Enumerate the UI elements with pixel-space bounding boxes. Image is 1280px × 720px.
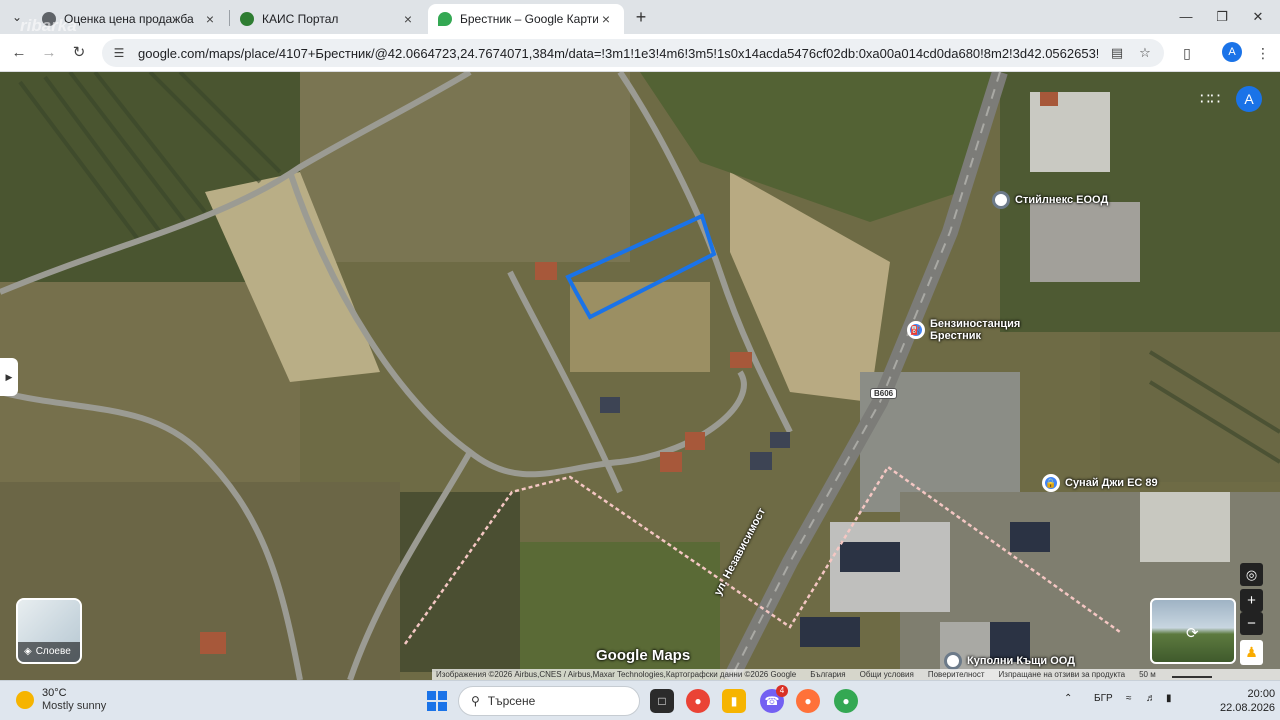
tab-close-icon[interactable]: × [400, 11, 416, 27]
satellite-imagery [0, 72, 1280, 680]
imagery-credits: Изображения ©2026 Airbus,CNES / Airbus,M… [436, 670, 797, 679]
layers-label-bar: ◈ Слоеве [18, 642, 80, 662]
extensions-icon[interactable]: ▯ [1176, 42, 1198, 64]
bookmark-star-icon[interactable]: ☆ [1136, 44, 1154, 62]
google-apps-icon[interactable]: ∷∷ [1200, 90, 1220, 110]
rotate-360-icon: ⟳ [1186, 625, 1199, 642]
collapse-side-panel-chevron-icon[interactable]: ▶ [0, 358, 18, 396]
terms-link[interactable]: Общи условия [860, 670, 914, 679]
poi-kupolni[interactable]: Куполни Къщи ООД [944, 652, 1075, 670]
site-info-icon[interactable]: ☰ [110, 44, 128, 62]
reload-icon[interactable]: ↻ [68, 42, 90, 64]
google-account-avatar[interactable]: A [1236, 86, 1262, 112]
scale-bar [1171, 672, 1212, 678]
pegman-icon[interactable]: ♟ [1240, 640, 1263, 665]
sun-icon [16, 691, 34, 709]
new-tab-button[interactable]: + [630, 7, 652, 29]
viber-icon[interactable]: ☎ 4 [760, 685, 788, 713]
poi-steelnex[interactable]: Стийлнекс ЕООД [992, 191, 1108, 209]
weather-condition: Mostly sunny [42, 700, 107, 712]
poi-name: Сунай Джи ЕС 89 [1065, 477, 1158, 489]
windows-taskbar: 30°C Mostly sunny ⚲ Търсене □ ● ▮ ☎ 4 ● ●… [0, 680, 1280, 720]
chrome-icon[interactable]: ● [686, 689, 710, 713]
maximize-icon[interactable]: ❐ [1206, 6, 1238, 28]
poi-sunay[interactable]: 🔒 Сунай Джи ЕС 89 [1042, 474, 1158, 492]
google-maps-logo: Google Maps [596, 647, 691, 664]
gas-station-icon: ⛽ [907, 321, 925, 339]
layers-icon: ◈ [24, 646, 32, 657]
search-placeholder: Търсене [487, 694, 536, 708]
map-attribution-bar: Изображения ©2026 Airbus,CNES / Airbus,M… [432, 669, 1280, 680]
poi-name: Куполни Къщи ООД [967, 655, 1076, 667]
poi-name: Бензиностанция Брестник [930, 318, 1021, 342]
poi-pin-icon [944, 652, 962, 670]
layers-label: Слоеве [35, 646, 71, 657]
zoom-in-button[interactable]: + [1240, 589, 1263, 612]
firefox-icon[interactable]: ● [796, 689, 820, 713]
minimize-icon[interactable]: — [1170, 6, 1202, 28]
clock-time: 20:00 [1247, 688, 1276, 700]
tab-favicon-icon [240, 12, 254, 26]
notification-badge: 4 [776, 685, 788, 697]
tab-close-icon[interactable]: × [598, 11, 614, 27]
poi-name: Стийлнекс ЕООД [1015, 194, 1109, 206]
poi-gas-station[interactable]: ⛽ Бензиностанция Брестник [907, 318, 1030, 342]
country-link[interactable]: България [810, 670, 845, 679]
shopping-bag-icon: 🔒 [1042, 474, 1060, 492]
windows-start-icon[interactable] [427, 691, 447, 711]
install-app-icon[interactable]: ▤ [1108, 44, 1126, 62]
poi-pin-icon [992, 191, 1010, 209]
file-explorer-icon[interactable]: ▮ [722, 689, 746, 713]
system-clock[interactable]: 20:00 22.08.2026 [1220, 687, 1275, 715]
tab-close-icon[interactable]: × [202, 11, 218, 27]
address-bar[interactable]: ☰ google.com/maps/place/4107+Брестник/@4… [102, 39, 1164, 67]
url-text[interactable]: google.com/maps/place/4107+Брестник/@42.… [138, 46, 1098, 61]
tab-label: КАИС Портал [262, 12, 339, 26]
clock-date: 22.08.2026 [1220, 702, 1276, 714]
search-icon: ⚲ [471, 694, 480, 708]
wifi-icon[interactable]: ≈ [1126, 693, 1132, 704]
temperature: 30°C [42, 687, 67, 699]
close-window-icon[interactable]: ✕ [1242, 6, 1274, 28]
tab-label: Брестник – Google Карти [460, 12, 598, 26]
back-arrow-icon[interactable]: ← [8, 42, 30, 64]
tab-strip: ⌄ Оценка цена продажба × КАИС Портал × Б… [0, 0, 1280, 34]
tab-kais[interactable]: КАИС Портал × [230, 4, 426, 34]
tab-label: Оценка цена продажба [64, 12, 194, 26]
forward-arrow-icon[interactable]: → [38, 42, 60, 64]
chrome-menu-icon[interactable]: ⋮ [1252, 42, 1274, 64]
show-hidden-icons-chevron[interactable]: ⌃ [1064, 693, 1072, 704]
taskbar-search[interactable]: ⚲ Търсене [458, 686, 640, 716]
street-view-thumbnail[interactable]: ⟳ [1150, 598, 1236, 664]
battery-icon[interactable]: ▮ [1166, 693, 1172, 704]
watermark-text: ribarka [20, 16, 77, 35]
road-number-shield: В606 [870, 388, 898, 399]
zoom-out-button[interactable]: − [1240, 612, 1263, 635]
volume-icon[interactable]: ♬ [1146, 693, 1156, 704]
maps-pin-favicon-icon [438, 12, 452, 26]
scale-label[interactable]: 50 м [1139, 670, 1156, 679]
my-location-icon[interactable]: ◎ [1240, 563, 1263, 586]
weather-widget[interactable]: 30°C Mostly sunny [16, 687, 106, 713]
privacy-link[interactable]: Поверителност [928, 670, 985, 679]
feedback-link[interactable]: Изпращане на отзиви за продукта [999, 670, 1126, 679]
layers-button[interactable]: ◈ Слоеве [16, 598, 82, 664]
chrome-profile-icon[interactable]: ● [834, 689, 858, 713]
keyboard-language[interactable]: БГР [1094, 693, 1113, 704]
satellite-map[interactable]: В606 ул. Независимост Стийлнекс ЕООД ⛽ Б… [0, 72, 1280, 680]
profile-avatar[interactable]: A [1222, 42, 1242, 62]
browser-toolbar: ← → ↻ ☰ google.com/maps/place/4107+Брест… [0, 34, 1280, 72]
task-view-icon[interactable]: □ [650, 689, 674, 713]
tab-brestnik-maps[interactable]: Брестник – Google Карти × [428, 4, 624, 34]
